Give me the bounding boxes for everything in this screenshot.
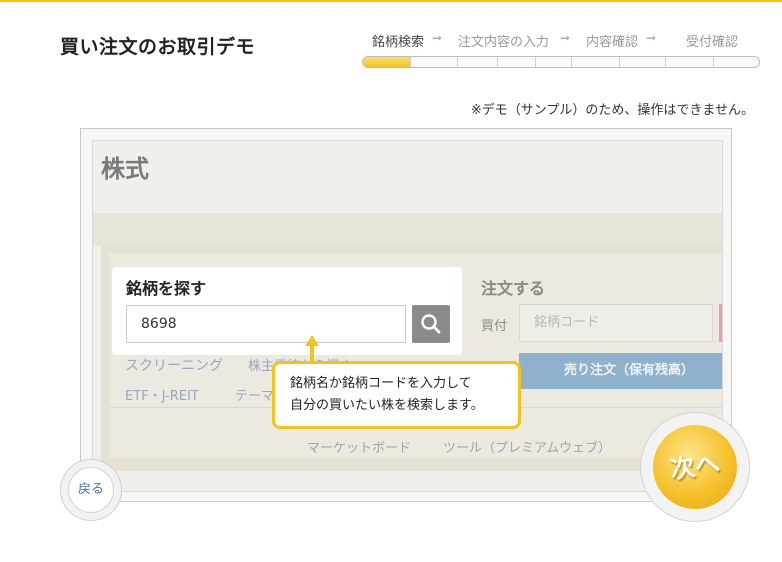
tooltip-line: 自分の買いたい株を検索します。 <box>290 398 484 413</box>
step-indicator: 銘柄検索 ➞ 注文内容の入力 ➞ 内容確認 ➞ 受付確認 <box>362 31 762 68</box>
screening-link[interactable]: スクリーニング <box>125 355 223 375</box>
stock-heading: 株式 <box>101 155 149 183</box>
back-button-label: 戻る <box>68 467 114 513</box>
progress-tick <box>571 57 572 67</box>
next-button-label: 次へ <box>647 419 743 515</box>
etf-jreit-link[interactable]: ETF・J-REIT <box>125 385 199 404</box>
progress-tick <box>410 57 411 67</box>
theme-link[interactable]: テーマ <box>235 385 274 404</box>
progress-tick <box>497 57 498 67</box>
search-button[interactable] <box>412 305 450 343</box>
step-confirm: 内容確認 <box>586 35 639 50</box>
progress-tick <box>713 57 714 67</box>
arrow-icon: ➞ <box>646 31 657 45</box>
back-button[interactable]: 戻る <box>60 459 122 521</box>
buy-label: 買付 <box>481 319 508 334</box>
progress-tick <box>457 57 458 67</box>
stock-search-card: 銘柄を探す <box>112 267 462 355</box>
progress-tick <box>665 57 666 67</box>
demo-notice: ※デモ（サンプル）のため、操作はできません。 <box>470 103 754 118</box>
progress-tick <box>535 57 536 67</box>
arrow-icon: ➞ <box>560 31 571 45</box>
arrow-icon: ➞ <box>432 31 443 45</box>
step-search: 銘柄検索 <box>372 35 425 50</box>
progress-fill <box>363 57 411 67</box>
progress-bar <box>362 56 760 68</box>
page-title: 買い注文のお取引デモ <box>60 36 256 58</box>
search-icon <box>421 314 441 334</box>
stock-search-input[interactable] <box>126 305 406 343</box>
step-accepted: 受付確認 <box>686 35 739 50</box>
premium-web-tool-link[interactable]: ツール（プレミアムウェブ） <box>443 437 611 456</box>
help-tooltip: 銘柄名か銘柄コードを入力して 自分の買いたい株を検索します。 <box>272 361 521 429</box>
stock-code-input[interactable]: 銘柄コード <box>519 304 713 342</box>
sell-order-button[interactable]: 売り注文（保有残高） <box>519 353 722 389</box>
market-board-link[interactable]: マーケットボード <box>307 437 411 456</box>
next-button[interactable]: 次へ <box>640 412 750 522</box>
tooltip-line: 銘柄名か銘柄コードを入力して <box>290 376 472 391</box>
top-accent-line <box>0 0 782 2</box>
header-band <box>93 213 722 245</box>
progress-tick <box>619 57 620 67</box>
buy-button-edge[interactable] <box>719 304 722 342</box>
demo-screen-frame: 株式 スクリーニング 株主優待から探す ETF・J-REIT テーマ マーケット… <box>80 128 732 502</box>
order-section-title: 注文する <box>481 279 546 298</box>
step-order-input: 注文内容の入力 <box>458 35 550 50</box>
demo-screen: 株式 スクリーニング 株主優待から探す ETF・J-REIT テーマ マーケット… <box>92 140 723 492</box>
stock-search-title: 銘柄を探す <box>126 279 207 298</box>
